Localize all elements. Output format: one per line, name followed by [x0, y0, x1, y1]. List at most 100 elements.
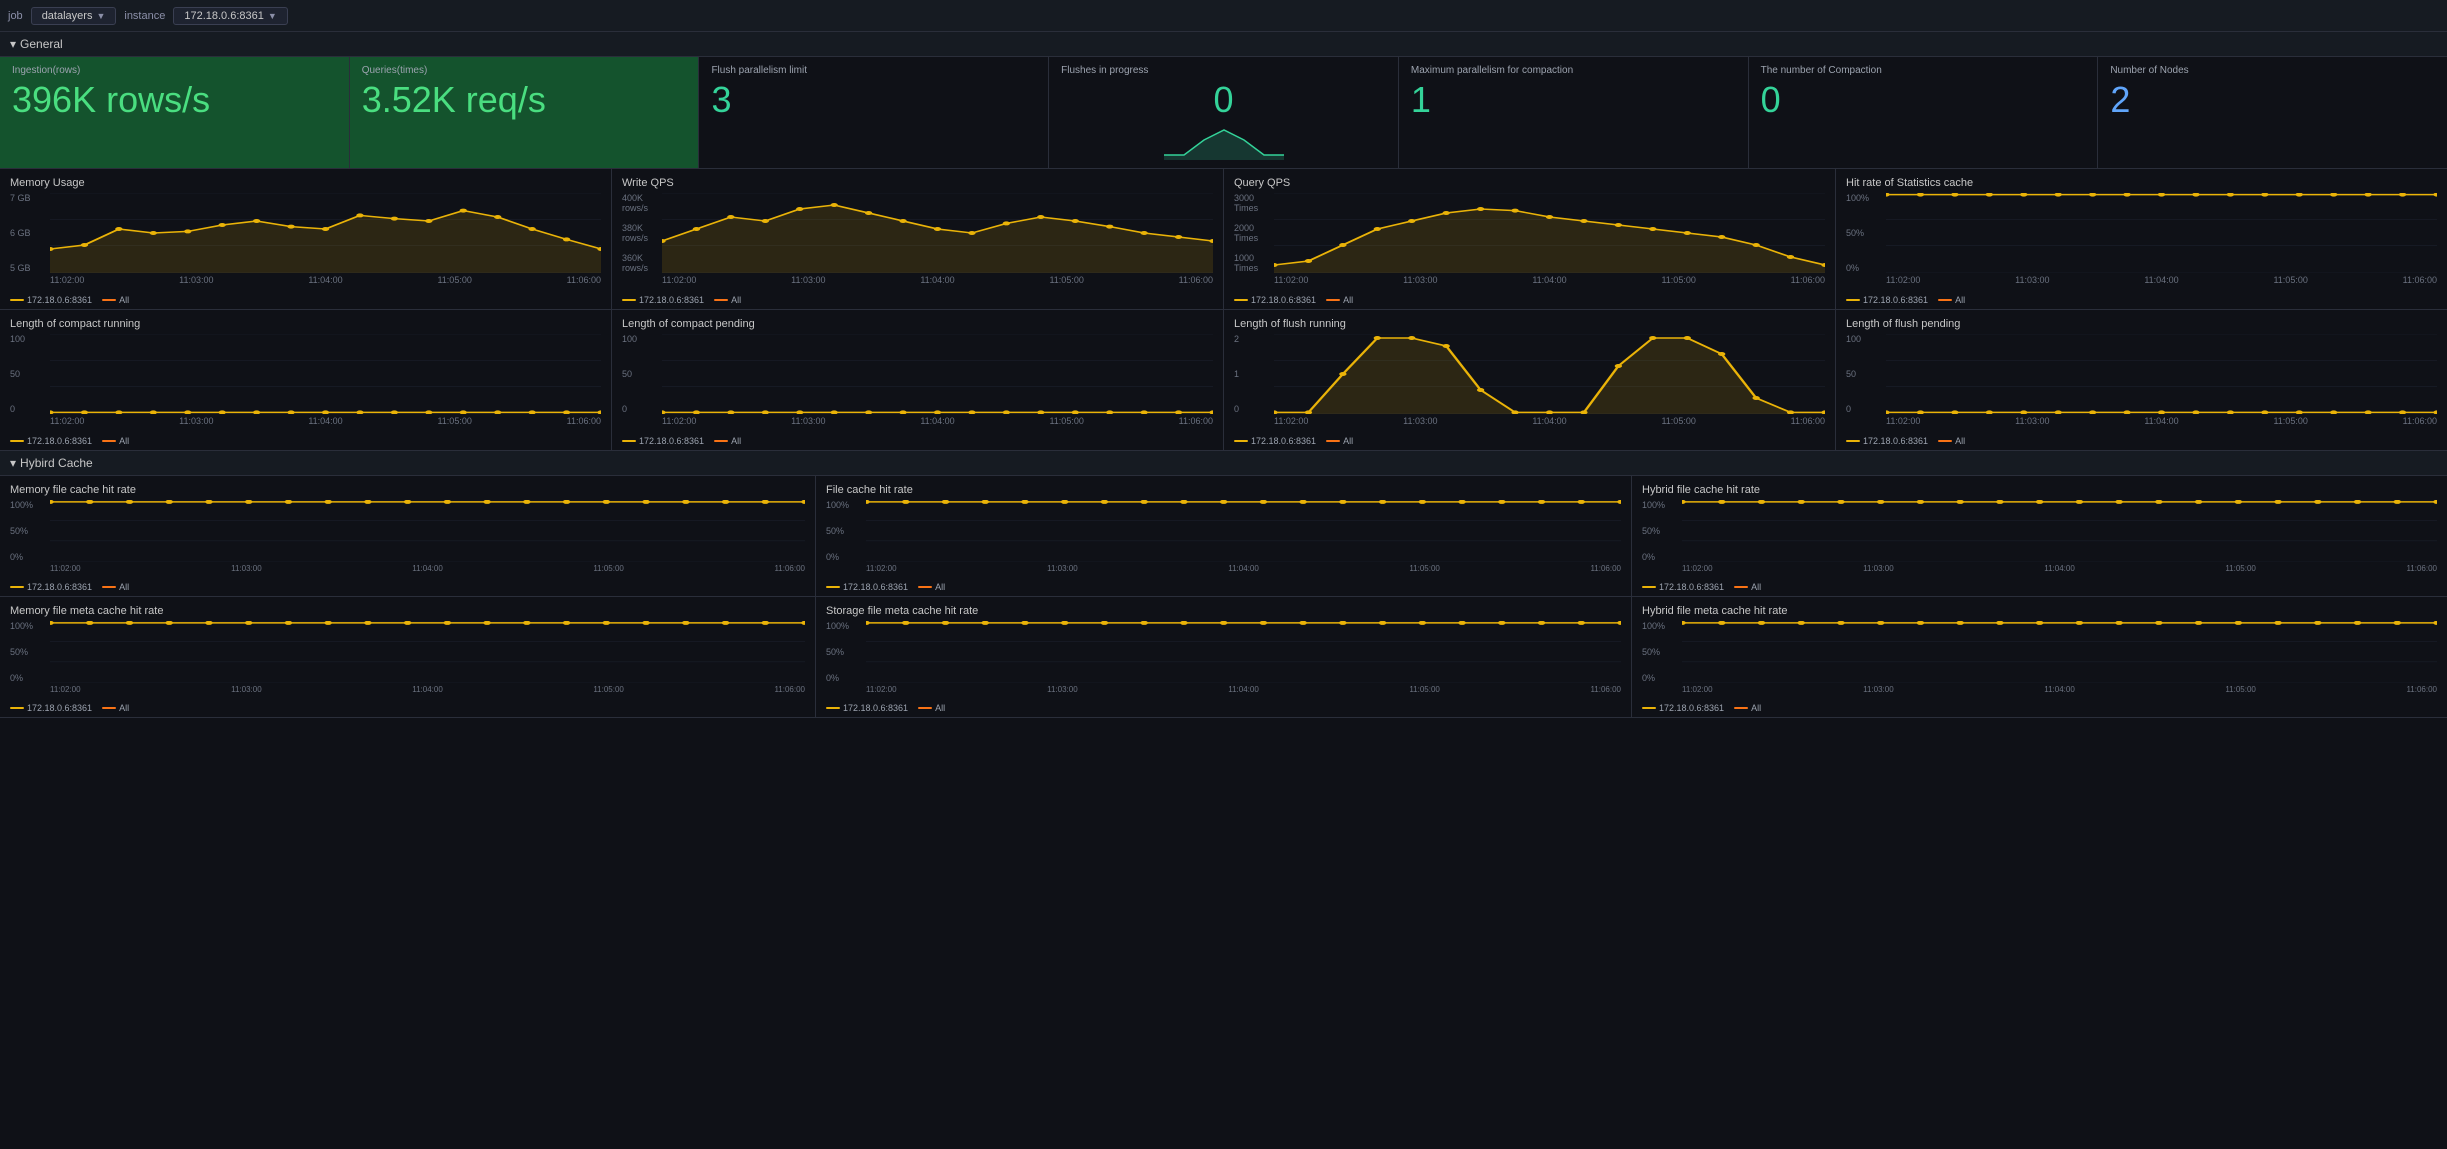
xaxis-label: 11:02:00 [50, 685, 81, 701]
hybird-label: Hybird Cache [20, 456, 93, 470]
xaxis-label: 11:05:00 [1661, 275, 1695, 285]
hybird-panel-memory-file-meta-cache-hit-rate: Memory file meta cache hit rate100%50%0%… [0, 597, 816, 717]
xaxis-label: 11:05:00 [1661, 416, 1695, 426]
xaxis-label: 11:05:00 [437, 275, 471, 285]
chart-panel-length-of-compact-running: Length of compact running10050011:02:001… [0, 310, 612, 450]
xaxis-label: 11:05:00 [593, 685, 624, 701]
legend-text: All [935, 582, 945, 592]
yaxis-label: 360K rows/s [622, 253, 660, 273]
yaxis-label: 50 [10, 369, 48, 379]
chart-legend: 172.18.0.6:8361All [1846, 436, 2437, 446]
yaxis-label: 100% [1642, 621, 1680, 631]
yaxis-label: 50 [1846, 369, 1884, 379]
hybird-panel-hybrid-file-meta-cache-hit-rate: Hybrid file meta cache hit rate100%50%0%… [1632, 597, 2447, 717]
xaxis-label: 11:05:00 [2225, 685, 2256, 701]
yaxis-label: 50% [1846, 228, 1884, 238]
hybird-panel-hybrid-file-cache-hit-rate: Hybrid file cache hit rate100%50%0%11:02… [1632, 476, 2447, 596]
xaxis-label: 11:05:00 [2273, 275, 2307, 285]
xaxis-label: 11:02:00 [1886, 416, 1920, 426]
chart-panel-hit-rate-of-statistics-cache: Hit rate of Statistics cache100%50%0%11:… [1836, 169, 2447, 309]
xaxis-label: 11:02:00 [1886, 275, 1920, 285]
charts-row-1: Memory Usage7 GB6 GB5 GB11:02:0011:03:00… [0, 169, 2447, 310]
job-selector[interactable]: datalayers ▼ [31, 7, 117, 25]
yaxis-label: 6 GB [10, 228, 48, 238]
chart-legend: 172.18.0.6:8361All [1642, 582, 2437, 592]
stat-card-6: Number of Nodes2 [2098, 57, 2447, 168]
legend-text: All [1955, 436, 1965, 446]
legend-text: All [119, 582, 129, 592]
chart-title: Length of flush running [1234, 318, 1825, 330]
xaxis-label: 11:03:00 [179, 416, 213, 426]
chart-title: Length of flush pending [1846, 318, 2437, 330]
xaxis-label: 11:02:00 [50, 275, 84, 285]
stat-card-5: The number of Compaction0 [1749, 57, 2099, 168]
xaxis-label: 11:02:00 [662, 416, 696, 426]
xaxis-label: 11:04:00 [412, 564, 443, 580]
chart-legend: 172.18.0.6:8361All [10, 582, 805, 592]
stats-row: Ingestion(rows)396K rows/sQueries(times)… [0, 57, 2447, 169]
instance-label: instance [124, 10, 165, 22]
xaxis-label: 11:06:00 [774, 685, 805, 701]
xaxis-label: 11:03:00 [1403, 416, 1437, 426]
chart-panel-length-of-flush-running: Length of flush running21011:02:0011:03:… [1224, 310, 1836, 450]
chart-legend: 172.18.0.6:8361All [1234, 295, 1825, 305]
hybird-panel-storage-file-meta-cache-hit-rate: Storage file meta cache hit rate100%50%0… [816, 597, 1632, 717]
stat-value-0: 396K rows/s [12, 80, 337, 120]
xaxis-label: 11:06:00 [567, 416, 601, 426]
collapse-icon-2[interactable]: ▾ [10, 456, 16, 470]
xaxis-label: 11:02:00 [1682, 685, 1713, 701]
xaxis-label: 11:03:00 [1047, 564, 1078, 580]
legend-text: All [1751, 703, 1761, 713]
general-section-header: ▾ General [0, 32, 2447, 57]
yaxis-label: 1000 Times [1234, 253, 1272, 273]
xaxis-label: 11:05:00 [2273, 416, 2307, 426]
xaxis-label: 11:06:00 [1791, 275, 1825, 285]
yaxis-label: 0% [1846, 263, 1884, 273]
xaxis-label: 11:03:00 [179, 275, 213, 285]
instance-selector[interactable]: 172.18.0.6:8361 ▼ [173, 7, 287, 25]
yaxis-label: 50% [10, 647, 48, 657]
yaxis-label: 0% [10, 552, 48, 562]
legend-text: All [1955, 295, 1965, 305]
collapse-icon[interactable]: ▾ [10, 37, 16, 51]
xaxis-label: 11:02:00 [50, 564, 81, 580]
legend-text: 172.18.0.6:8361 [1863, 295, 1928, 305]
hybird-chart-title: Storage file meta cache hit rate [826, 605, 1621, 617]
charts-row-2: Length of compact running10050011:02:001… [0, 310, 2447, 451]
xaxis-label: 11:06:00 [774, 564, 805, 580]
stat-title-6: Number of Nodes [2110, 65, 2435, 76]
xaxis-label: 11:05:00 [1049, 416, 1083, 426]
xaxis-label: 11:03:00 [1047, 685, 1078, 701]
yaxis-label: 0 [1846, 404, 1884, 414]
hybird-section-header: ▾ Hybird Cache [0, 451, 2447, 476]
stat-card-0: Ingestion(rows) 396K rows/s [0, 57, 350, 168]
yaxis-label: 380K rows/s [622, 223, 660, 243]
xaxis-label: 11:05:00 [593, 564, 624, 580]
xaxis-label: 11:03:00 [1403, 275, 1437, 285]
hybird-row-1: Memory file cache hit rate100%50%0%11:02… [0, 476, 2447, 597]
yaxis-label: 50% [826, 526, 864, 536]
xaxis-label: 11:04:00 [412, 685, 443, 701]
yaxis-label: 400K rows/s [622, 193, 660, 213]
yaxis-label: 100% [1642, 500, 1680, 510]
job-label: job [8, 10, 23, 22]
chart-title: Memory Usage [10, 177, 601, 189]
legend-text: 172.18.0.6:8361 [639, 295, 704, 305]
xaxis-label: 11:03:00 [791, 275, 825, 285]
xaxis-label: 11:02:00 [1274, 275, 1308, 285]
chart-panel-length-of-compact-pending: Length of compact pending10050011:02:001… [612, 310, 1224, 450]
xaxis-label: 11:05:00 [1049, 275, 1083, 285]
yaxis-label: 100 [10, 334, 48, 344]
xaxis-label: 11:03:00 [2015, 275, 2049, 285]
yaxis-label: 100% [826, 500, 864, 510]
legend-text: All [119, 436, 129, 446]
stat-card-2: Flush parallelism limit3 [699, 57, 1049, 168]
yaxis-label: 7 GB [10, 193, 48, 203]
hybird-chart-title: Hybrid file meta cache hit rate [1642, 605, 2437, 617]
legend-text: 172.18.0.6:8361 [1659, 703, 1724, 713]
stat-title-0: Ingestion(rows) [12, 65, 337, 76]
yaxis-label: 100 [622, 334, 660, 344]
yaxis-label: 0% [1642, 552, 1680, 562]
chart-title: Write QPS [622, 177, 1213, 189]
chart-title: Length of compact running [10, 318, 601, 330]
